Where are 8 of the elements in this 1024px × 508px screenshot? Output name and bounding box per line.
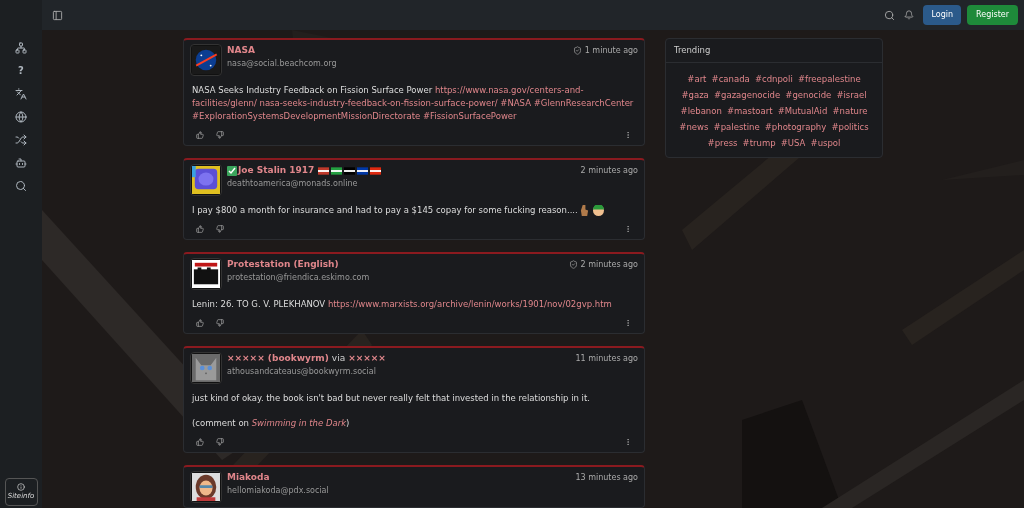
sitemap-icon[interactable] — [15, 42, 27, 54]
translate-icon[interactable] — [15, 88, 27, 100]
search-icon[interactable] — [15, 180, 27, 192]
robot-icon[interactable] — [15, 157, 27, 169]
info-icon — [17, 482, 25, 491]
shuffle-icon[interactable] — [15, 134, 27, 146]
help-icon[interactable]: ? — [18, 66, 24, 76]
globe-icon[interactable] — [15, 111, 27, 123]
